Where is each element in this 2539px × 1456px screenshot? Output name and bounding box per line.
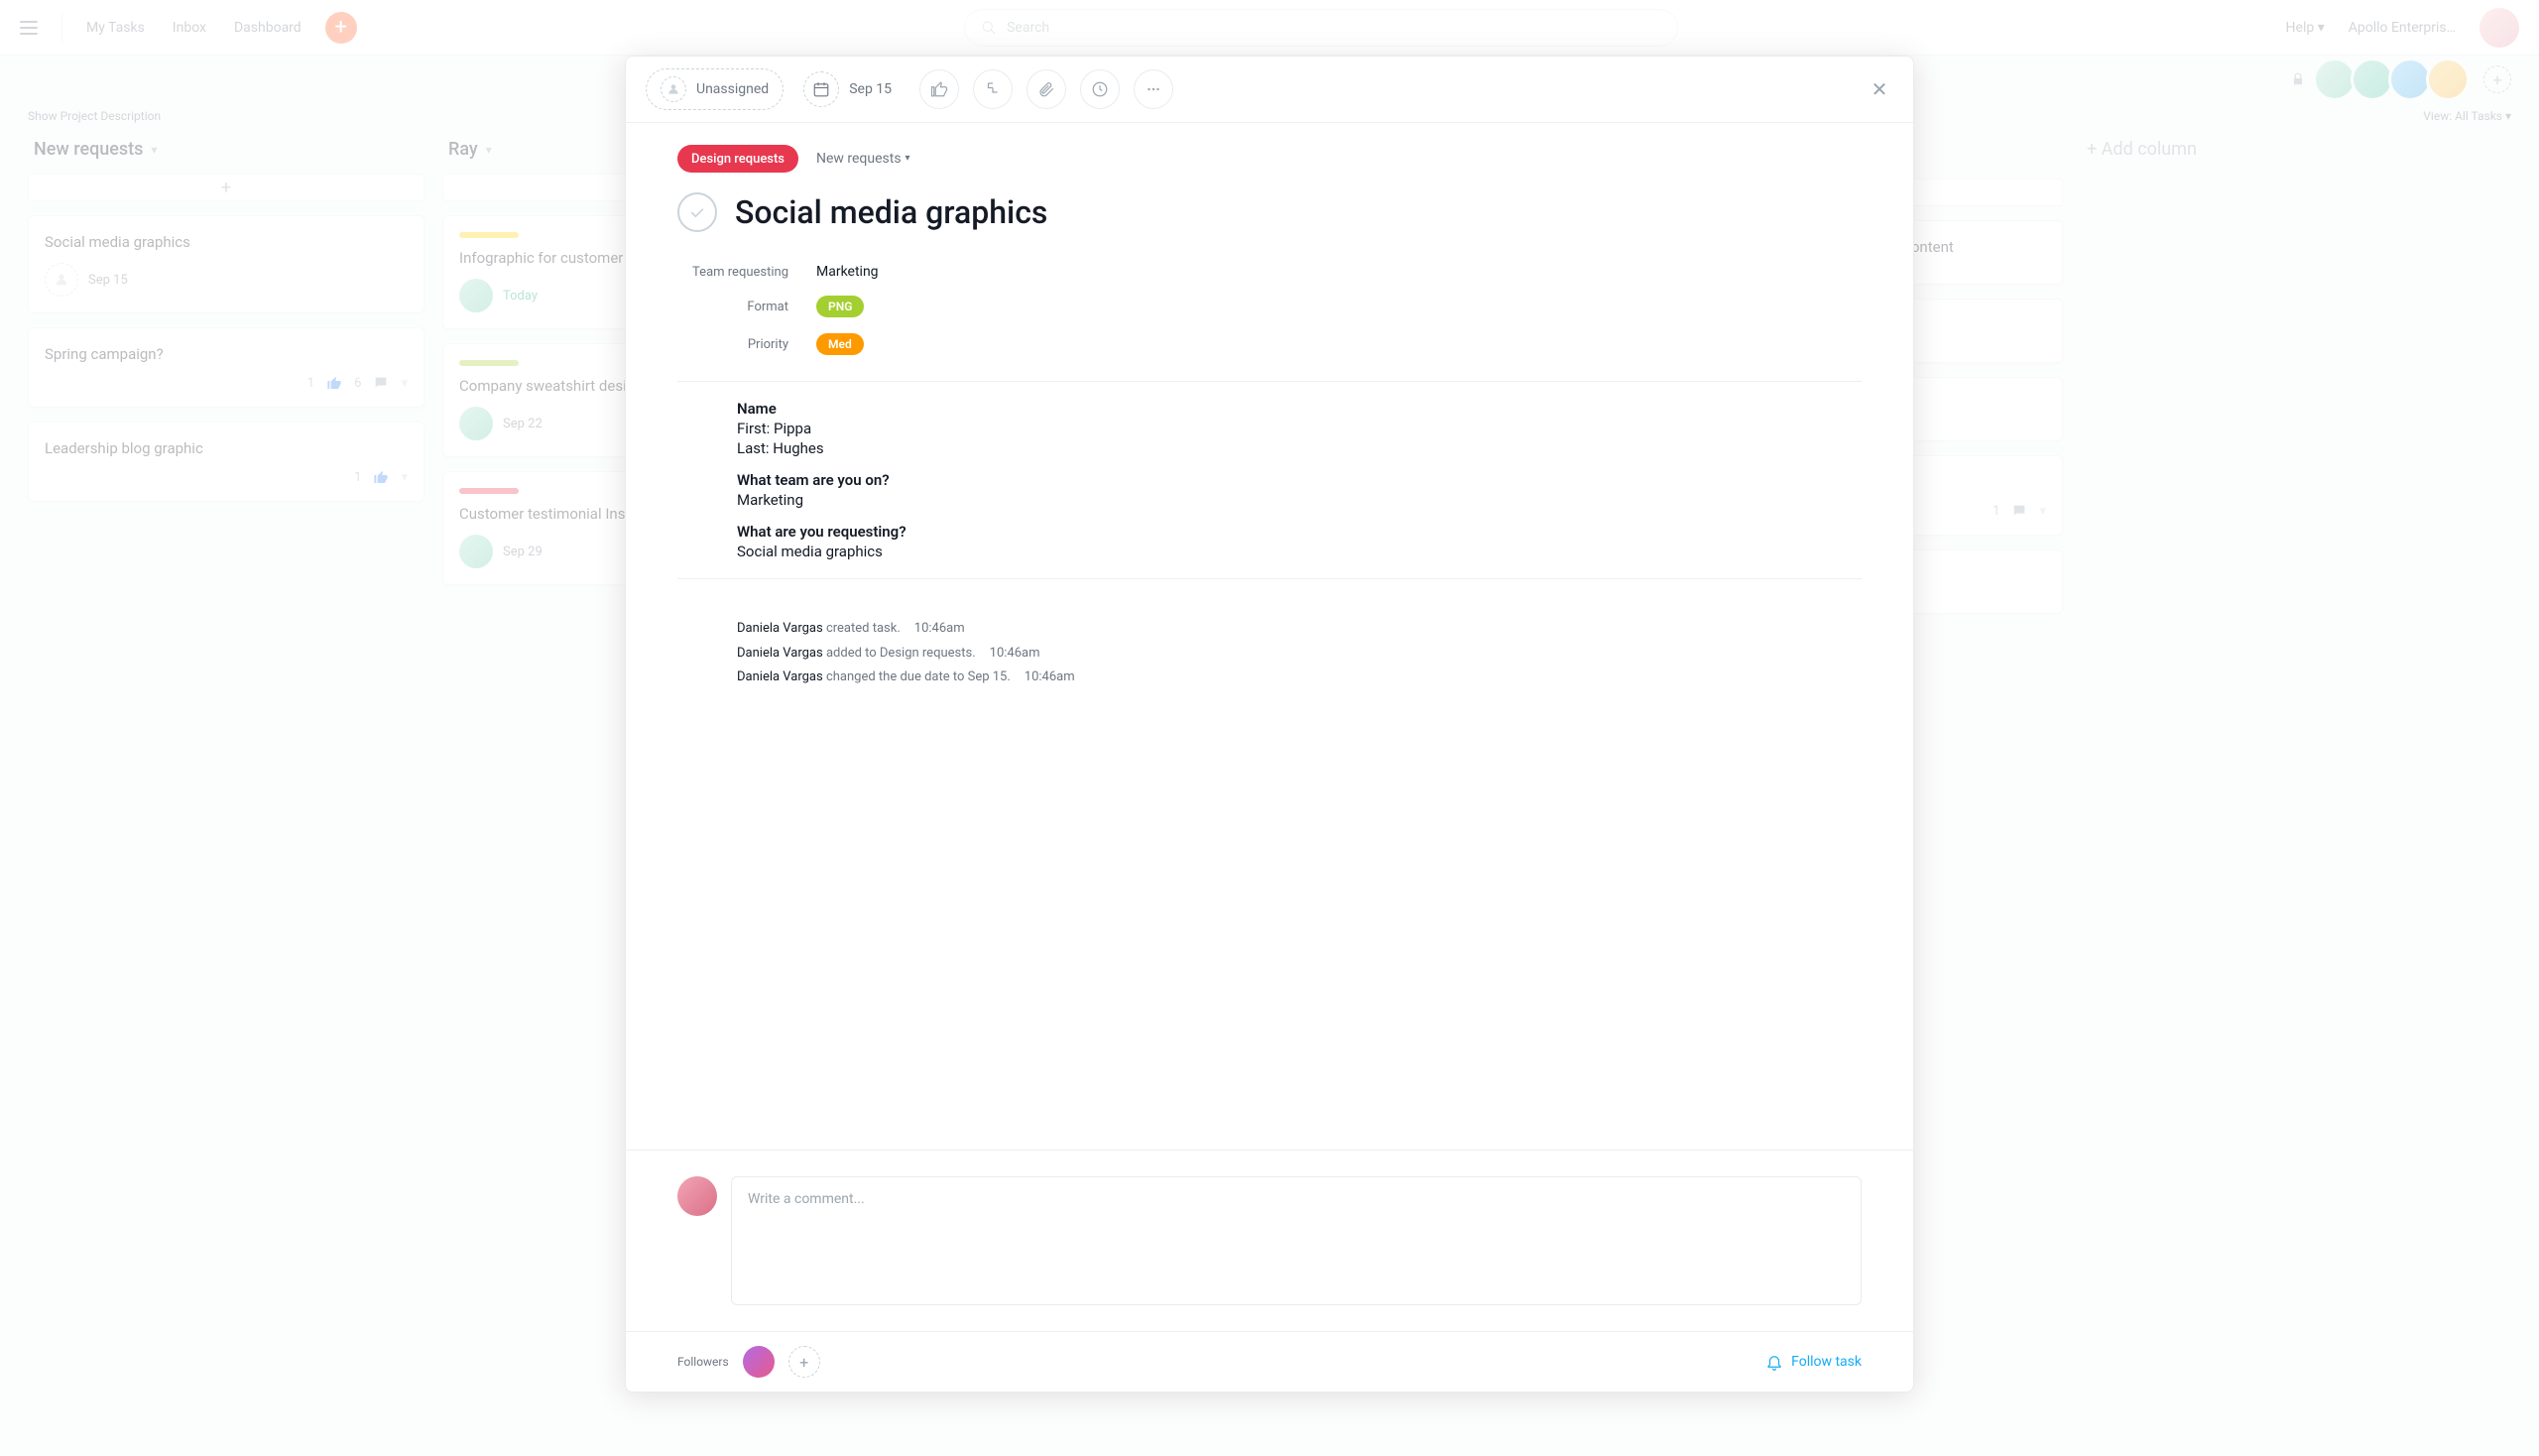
desc-line: Last: Hughes xyxy=(737,439,1842,457)
modal-footer: Followers + Follow task xyxy=(626,1331,1913,1392)
followers-label: Followers xyxy=(677,1355,729,1369)
priority-badge[interactable]: Med xyxy=(816,333,864,355)
chevron-down-icon: ▾ xyxy=(906,153,910,164)
desc-line: Marketing xyxy=(737,491,1842,509)
desc-heading: What team are you on? xyxy=(737,471,1842,489)
bell-icon xyxy=(1765,1353,1783,1371)
follower-avatar[interactable] xyxy=(743,1346,775,1378)
task-detail-modal: Unassigned Sep 15 ✕ Design requests New … xyxy=(625,56,1914,1393)
divider xyxy=(677,381,1862,382)
follow-task-button[interactable]: Follow task xyxy=(1765,1353,1862,1371)
person-icon xyxy=(661,76,686,102)
section-dropdown[interactable]: New requests▾ xyxy=(816,151,910,167)
activity-entry: Daniela Vargas changed the due date to S… xyxy=(737,666,1862,690)
desc-line: Social media graphics xyxy=(737,543,1842,560)
current-user-avatar xyxy=(677,1176,717,1216)
divider xyxy=(677,578,1862,579)
more-actions-button[interactable] xyxy=(1134,69,1173,109)
task-title[interactable]: Social media graphics xyxy=(735,193,1047,231)
field-label: Team requesting xyxy=(677,265,816,280)
format-badge[interactable]: PNG xyxy=(816,296,864,317)
field-label: Format xyxy=(677,300,816,314)
modal-toolbar: Unassigned Sep 15 ✕ xyxy=(626,57,1913,123)
add-follower-button[interactable]: + xyxy=(788,1346,820,1378)
desc-heading: What are you requesting? xyxy=(737,523,1842,541)
calendar-icon xyxy=(803,71,839,107)
task-description[interactable]: Name First: Pippa Last: Hughes What team… xyxy=(677,400,1862,560)
attachment-button[interactable] xyxy=(1027,69,1066,109)
field-label: Priority xyxy=(677,337,816,352)
desc-line: First: Pippa xyxy=(737,420,1842,437)
desc-heading: Name xyxy=(737,400,1842,418)
modal-overlay[interactable]: Unassigned Sep 15 ✕ Design requests New … xyxy=(0,0,2539,1456)
due-date-button[interactable]: Sep 15 xyxy=(797,68,906,110)
complete-task-button[interactable] xyxy=(677,192,717,232)
close-button[interactable]: ✕ xyxy=(1866,75,1893,103)
like-button[interactable] xyxy=(919,69,959,109)
subtask-button[interactable] xyxy=(973,69,1013,109)
comment-composer: Write a comment... xyxy=(626,1150,1913,1331)
comment-input[interactable]: Write a comment... xyxy=(731,1176,1862,1305)
due-date-text: Sep 15 xyxy=(849,81,892,97)
copy-link-button[interactable] xyxy=(1080,69,1120,109)
assignee-label: Unassigned xyxy=(696,81,769,97)
field-value-team[interactable]: Marketing xyxy=(816,264,879,280)
project-chip[interactable]: Design requests xyxy=(677,145,798,173)
assignee-button[interactable]: Unassigned xyxy=(646,68,784,110)
modal-body: Design requests New requests▾ Social med… xyxy=(626,123,1913,1150)
activity-entry: Daniela Vargas created task.10:46am xyxy=(737,617,1862,642)
activity-log: Daniela Vargas created task.10:46am Dani… xyxy=(677,597,1862,690)
activity-entry: Daniela Vargas added to Design requests.… xyxy=(737,642,1862,667)
